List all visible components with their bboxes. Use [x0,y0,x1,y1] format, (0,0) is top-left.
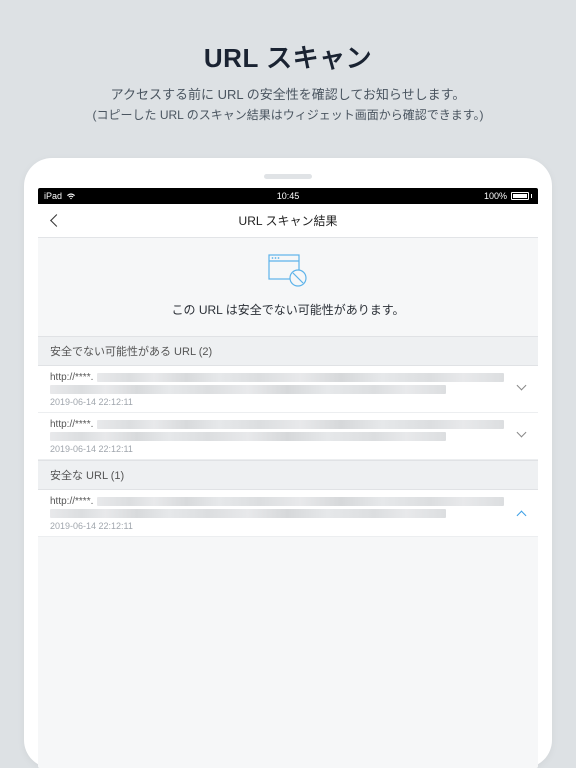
url-item-unsafe[interactable]: http://****. 2019-06-14 22:12:11 [38,366,538,413]
blurred-url [50,432,446,441]
url-prefix: http://****. [50,372,93,383]
banner-text: この URL は安全でない可能性があります。 [38,301,538,318]
hero-desc-1: アクセスする前に URL の安全性を確認してお知らせします。 [20,85,556,105]
carrier-label: iPad [44,191,62,201]
blurred-url [97,373,504,382]
blurred-url [97,420,504,429]
url-item-safe[interactable]: http://****. 2019-06-14 22:12:11 [38,490,538,537]
unsafe-section-header: 安全でない可能性がある URL (2) [38,336,538,366]
expand-toggle[interactable] [518,432,526,440]
safe-section-header: 安全な URL (1) [38,460,538,490]
wifi-icon [66,192,76,200]
hero-title: URL スキャン [20,38,556,75]
url-prefix: http://****. [50,419,93,430]
chevron-up-icon [517,511,527,521]
hero-section: URL スキャン アクセスする前に URL の安全性を確認してお知らせします。 … [0,0,576,148]
expand-toggle[interactable] [518,385,526,393]
tablet-frame: iPad 10:45 100% URL スキャン結果 [24,158,552,768]
url-prefix: http://****. [50,496,93,507]
navbar-title: URL スキャン結果 [239,212,338,229]
warning-banner: この URL は安全でない可能性があります。 [38,238,538,336]
device-screen: iPad 10:45 100% URL スキャン結果 [38,188,538,768]
blurred-url [97,497,504,506]
url-timestamp: 2019-06-14 22:12:11 [50,521,526,531]
url-timestamp: 2019-06-14 22:12:11 [50,444,526,454]
status-bar: iPad 10:45 100% [38,188,538,204]
hero-desc-2: (コピーした URL のスキャン結果はウィジェット画面から確認できます。) [20,106,556,124]
battery-icon [511,192,532,200]
collapse-toggle[interactable] [518,509,526,517]
blurred-url [50,385,446,394]
blurred-url [50,509,446,518]
battery-percent: 100% [484,191,507,201]
url-item-unsafe[interactable]: http://****. 2019-06-14 22:12:11 [38,413,538,460]
chevron-left-icon [50,214,63,227]
device-speaker [264,174,312,179]
back-button[interactable] [38,204,72,238]
status-time: 10:45 [277,191,300,201]
nav-bar: URL スキャン結果 [38,204,538,238]
url-timestamp: 2019-06-14 22:12:11 [50,397,526,407]
browser-block-icon [268,254,308,293]
